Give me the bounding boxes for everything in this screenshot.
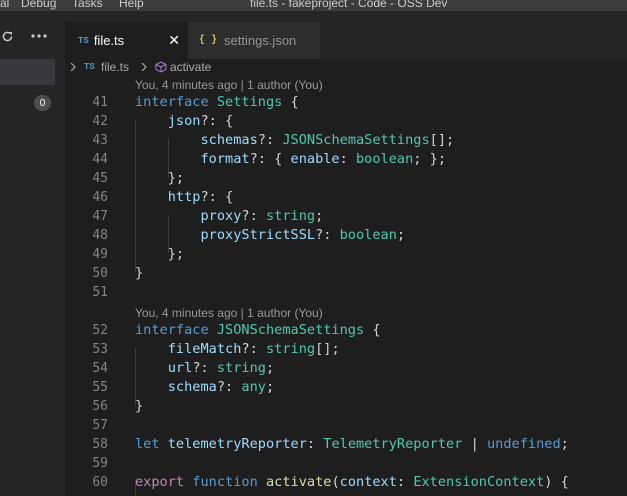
tab-settings-json[interactable]: { } settings.json <box>188 22 320 59</box>
menu-tasks[interactable]: Tasks <box>72 0 103 10</box>
line-number: 50 <box>92 266 108 281</box>
line-number: 43 <box>92 133 108 148</box>
code-line: format?: { enable: boolean; }; <box>200 151 447 167</box>
menu-debug[interactable]: Debug <box>21 0 56 10</box>
code-line: url?: string; <box>167 360 275 376</box>
code-line: fileMatch?: string[]; <box>167 341 340 357</box>
code-line: http?: { <box>167 189 234 205</box>
menu-help[interactable]: Help <box>119 0 144 10</box>
code-line: let telemetryReporter: TelemetryReporter… <box>135 436 569 452</box>
line-number: 55 <box>92 380 108 395</box>
line-number: 47 <box>92 209 108 224</box>
typescript-icon: TS <box>84 62 95 72</box>
count-badge: 0 <box>34 95 51 111</box>
code-line: interface JSONSchemaSettings { <box>135 322 381 338</box>
line-number: 57 <box>92 418 108 433</box>
tab-bar: TS file.ts ✕ { } settings.json <box>65 11 627 59</box>
line-number: 45 <box>92 171 108 186</box>
line-number: 44 <box>92 152 108 167</box>
typescript-icon: TS <box>78 35 89 46</box>
code-line: export function activate(context: Extens… <box>135 474 569 490</box>
line-number: 51 <box>92 285 108 300</box>
menu-view[interactable]: al <box>0 0 9 10</box>
code-line: schema?: any; <box>167 379 275 395</box>
window-title: file.ts - fakeproject - Code - OSS Dev <box>250 0 448 10</box>
line-number: 59 <box>92 456 108 471</box>
code-editor[interactable]: You, 4 minutes ago | 1 author (You) 41 i… <box>65 75 627 496</box>
tab-label: settings.json <box>224 33 297 48</box>
title-bar: al Debug Tasks Help file.ts - fakeprojec… <box>0 0 627 11</box>
code-lens[interactable]: You, 4 minutes ago | 1 author (You) <box>135 305 323 321</box>
line-number: 52 <box>92 323 108 338</box>
method-cube-icon <box>155 59 167 75</box>
code-line: schemas?: JSONSchemaSettings[]; <box>200 132 455 148</box>
line-number: 42 <box>92 114 108 129</box>
tab-label: file.ts <box>93 33 125 48</box>
refresh-icon[interactable] <box>0 27 14 45</box>
more-actions-icon[interactable] <box>29 27 49 45</box>
breadcrumb: TS file.ts activate <box>65 59 627 75</box>
line-number: 48 <box>92 228 108 243</box>
chevron-right-icon[interactable] <box>141 59 147 75</box>
line-number: 49 <box>92 247 108 262</box>
code-line: } <box>135 265 144 281</box>
code-line: }; <box>135 170 185 186</box>
code-line: json?: { <box>167 113 234 129</box>
chevron-right-icon[interactable] <box>70 59 76 75</box>
line-number: 41 <box>92 95 108 110</box>
code-line: proxy?: string; <box>200 208 324 224</box>
close-icon[interactable]: ✕ <box>168 32 180 49</box>
breadcrumb-symbol[interactable]: activate <box>170 59 211 75</box>
line-number: 58 <box>92 437 108 452</box>
breadcrumb-file[interactable]: file.ts <box>101 59 129 75</box>
line-number: 60 <box>92 475 108 490</box>
tab-file-ts[interactable]: TS file.ts ✕ <box>65 22 188 59</box>
line-number: 56 <box>92 399 108 414</box>
code-line: } <box>135 398 144 414</box>
line-number: 46 <box>92 190 108 205</box>
code-line: proxyStrictSSL?: boolean; <box>200 227 406 243</box>
line-number: 54 <box>92 361 108 376</box>
sidebar-toolbar <box>0 11 65 59</box>
json-icon: { } <box>199 35 218 46</box>
line-number: 53 <box>92 342 108 357</box>
side-bar: 0 <box>0 11 65 496</box>
sidebar-selected-item[interactable] <box>0 59 55 85</box>
code-lens[interactable]: You, 4 minutes ago | 1 author (You) <box>135 77 323 93</box>
code-line: }; <box>135 246 185 262</box>
code-line: interface Settings { <box>135 94 299 110</box>
